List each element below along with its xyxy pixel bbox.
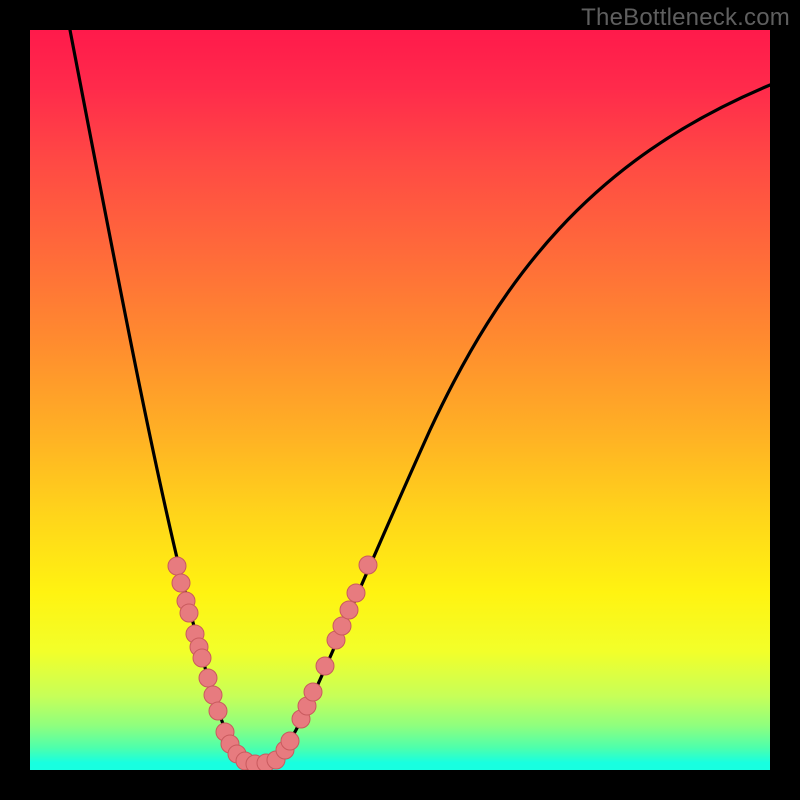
curve-dot [359,556,377,574]
chart-stage: TheBottleneck.com [0,0,800,800]
curve-dot [193,649,211,667]
curve-layer [30,30,770,770]
curve-dot [281,732,299,750]
curve-dot [168,557,186,575]
curve-dot [347,584,365,602]
curve-dot [316,657,334,675]
watermark-text: TheBottleneck.com [581,4,790,32]
curve-dot [199,669,217,687]
bottleneck-curve [70,30,770,764]
plot-area [30,30,770,770]
curve-dot [172,574,190,592]
curve-dots-group [168,556,377,770]
curve-dot [204,686,222,704]
curve-dot [333,617,351,635]
curve-dot [180,604,198,622]
curve-dot [340,601,358,619]
curve-dot [209,702,227,720]
curve-dot [304,683,322,701]
